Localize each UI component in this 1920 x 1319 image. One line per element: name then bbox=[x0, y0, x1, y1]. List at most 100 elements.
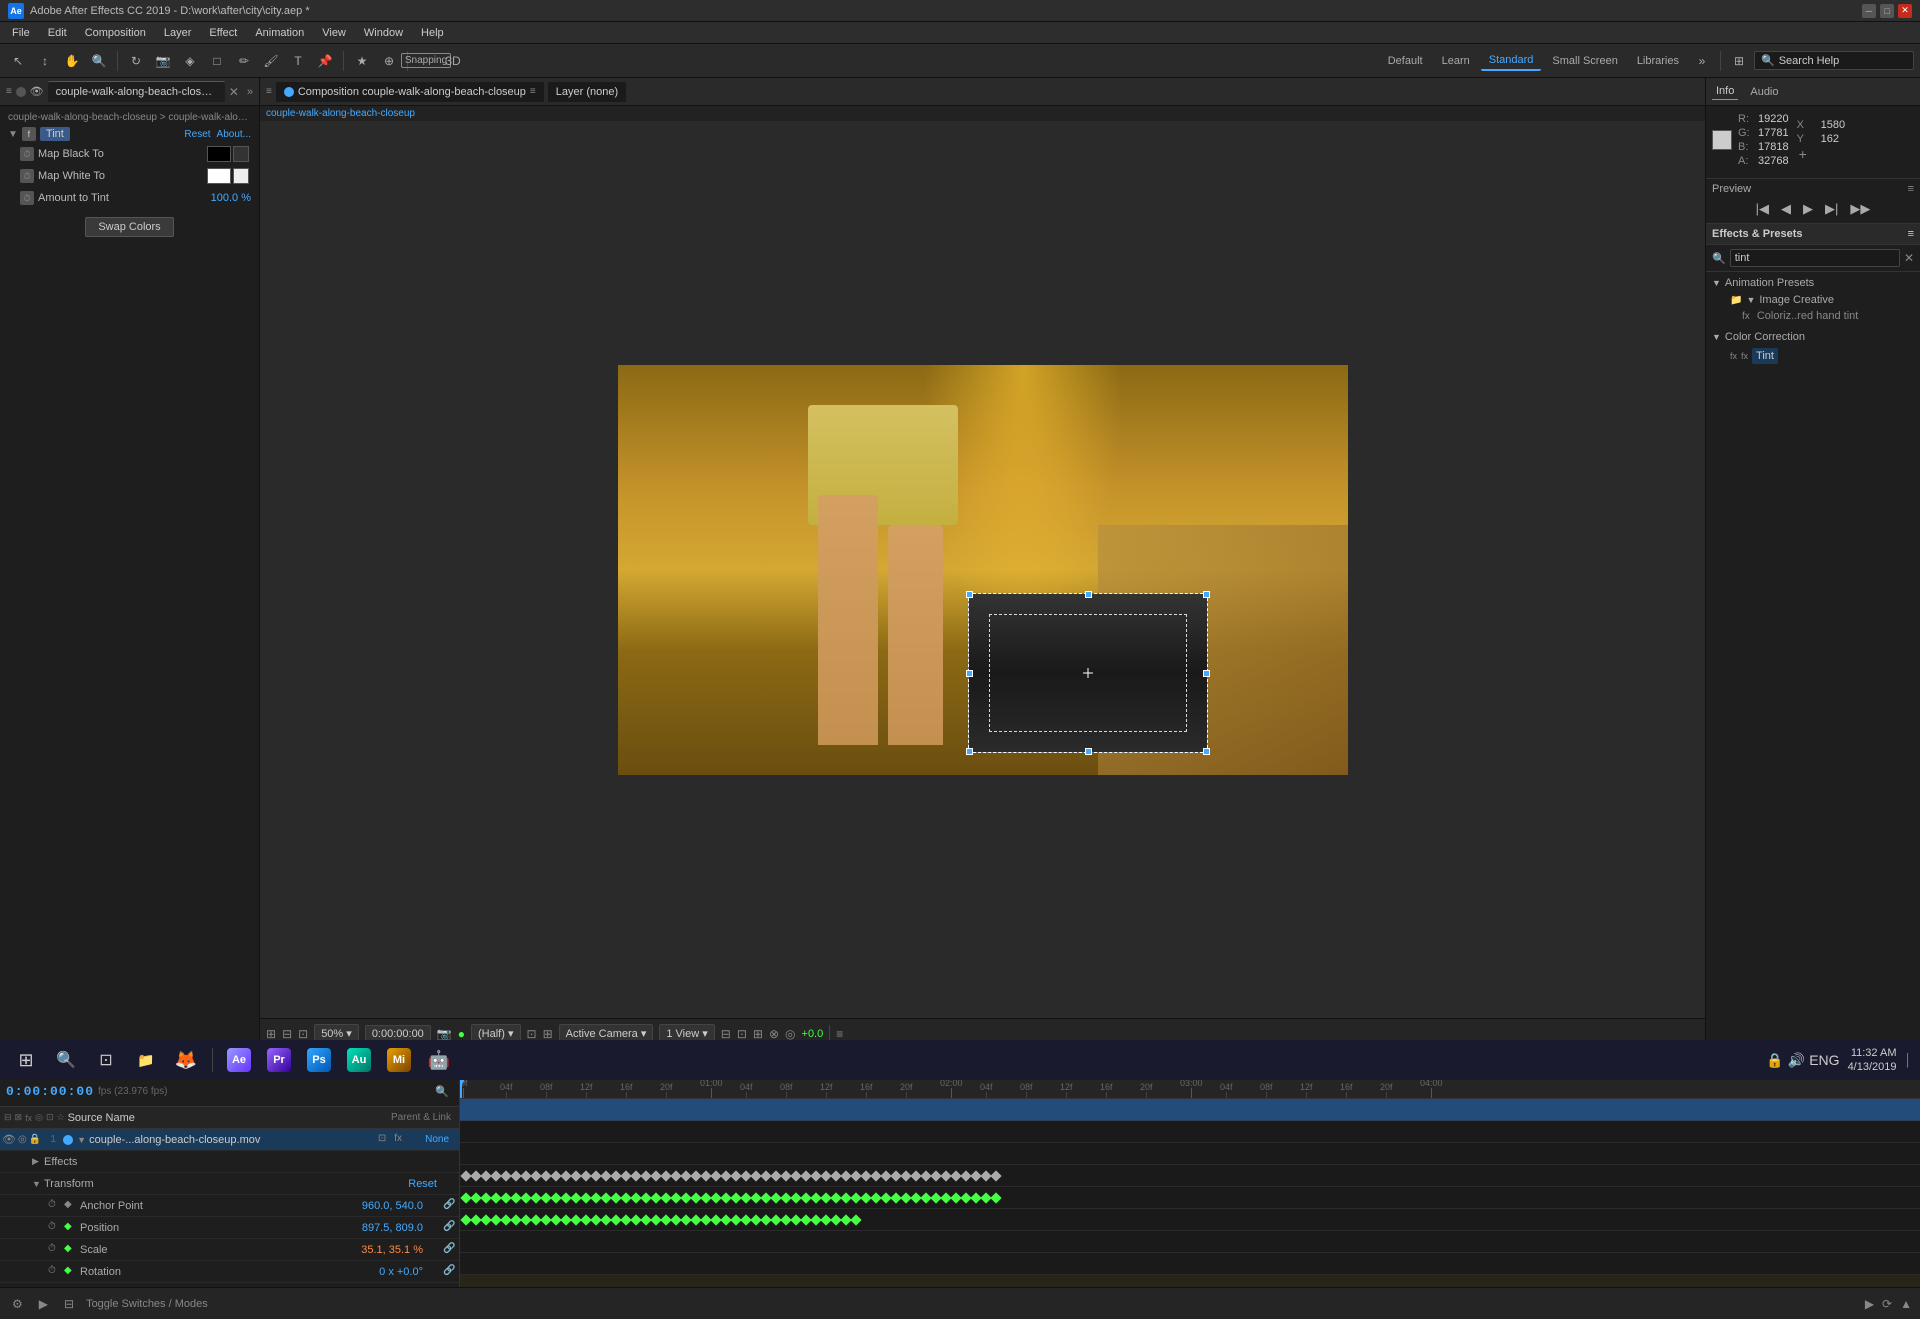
vc-icon9[interactable]: ≡ bbox=[836, 1027, 843, 1041]
amount-value[interactable]: 100.0 % bbox=[211, 192, 251, 204]
comp-panel-tab[interactable]: Composition couple-walk-along-beach-clos… bbox=[276, 82, 544, 102]
layer-1-vis-eye[interactable]: 👁 bbox=[2, 1133, 16, 1146]
taskbar-ps[interactable]: Ps bbox=[301, 1042, 337, 1078]
layer-tab[interactable]: Layer (none) bbox=[548, 82, 626, 102]
menu-view[interactable]: View bbox=[314, 25, 354, 41]
menu-edit[interactable]: Edit bbox=[40, 25, 75, 41]
colorize-red-item[interactable]: fx Coloriz..red hand tint bbox=[1706, 308, 1920, 324]
workspace-more[interactable]: » bbox=[1690, 49, 1714, 73]
tool-text[interactable]: T bbox=[286, 49, 310, 73]
color-correction-header[interactable]: ▼ Color Correction bbox=[1706, 328, 1920, 346]
amount-stopwatch[interactable]: ⏱ bbox=[20, 191, 34, 205]
transform-expand-arrow[interactable]: ▼ bbox=[32, 1179, 44, 1189]
tool-pin[interactable]: 📌 bbox=[313, 49, 337, 73]
handle-ml[interactable] bbox=[966, 670, 973, 677]
start-button[interactable]: ⊞ bbox=[8, 1042, 44, 1078]
effect-reset-button[interactable]: Reset bbox=[184, 129, 210, 140]
taskbar-pr[interactable]: Pr bbox=[261, 1042, 297, 1078]
effect-controls-tab[interactable]: couple-walk-along-beach-closeup bbox=[48, 81, 225, 102]
rotation-stopwatch[interactable]: ⏱ bbox=[48, 1265, 62, 1279]
network-icon[interactable]: 🔒 bbox=[1766, 1052, 1783, 1069]
close-button[interactable]: ✕ bbox=[1898, 4, 1912, 18]
scale-value[interactable]: 35.1, 35.1 % bbox=[361, 1244, 423, 1256]
vc-icon8[interactable]: ◎ bbox=[785, 1027, 795, 1041]
tint-effect-item[interactable]: Tint bbox=[1752, 348, 1778, 364]
tint-effect-row[interactable]: ▼ f Tint Reset About... bbox=[4, 125, 255, 143]
mode-icon-3[interactable]: fx bbox=[25, 1113, 32, 1123]
workspace-learn[interactable]: Learn bbox=[1434, 52, 1478, 70]
panel-close-button[interactable]: ✕ bbox=[229, 85, 239, 99]
tool-camera[interactable]: 📷 bbox=[151, 49, 175, 73]
preview-next-button[interactable]: ▶| bbox=[1821, 199, 1842, 219]
menu-animation[interactable]: Animation bbox=[247, 25, 312, 41]
tool-3d[interactable]: 3D bbox=[441, 49, 465, 73]
tool-rotate[interactable]: ↻ bbox=[124, 49, 148, 73]
bt-preview-anim[interactable]: ▶ bbox=[35, 1295, 52, 1313]
taskbar-ch[interactable]: Mi bbox=[381, 1042, 417, 1078]
tint-item-row[interactable]: fx fx Tint bbox=[1706, 346, 1920, 366]
mode-icon-6[interactable]: ☆ bbox=[57, 1112, 65, 1123]
rotation-value[interactable]: 0 x +0.0° bbox=[379, 1266, 423, 1278]
tool-zoom[interactable]: 🔍 bbox=[87, 49, 111, 73]
effect-vis-icon[interactable]: f bbox=[22, 127, 36, 141]
taskbar-robot[interactable]: 🤖 bbox=[421, 1042, 457, 1078]
transform-reset-btn[interactable]: Reset bbox=[408, 1178, 437, 1190]
anchor-stopwatch[interactable]: ⏱ bbox=[48, 1199, 62, 1213]
bt-loop-icon[interactable]: ⟳ bbox=[1882, 1297, 1892, 1311]
workspace-libraries[interactable]: Libraries bbox=[1629, 52, 1687, 70]
vc-icon5[interactable]: ⊡ bbox=[737, 1027, 747, 1041]
tool-select2[interactable]: ↕ bbox=[33, 49, 57, 73]
position-stopwatch[interactable]: ⏱ bbox=[48, 1221, 62, 1235]
tool-select[interactable]: ↖ bbox=[6, 49, 30, 73]
opacity-stopwatch[interactable]: ⏱ bbox=[48, 1287, 62, 1288]
position-value[interactable]: 897.5, 809.0 bbox=[362, 1222, 423, 1234]
menu-composition[interactable]: Composition bbox=[77, 25, 154, 41]
taskbar-datetime[interactable]: 11:32 AM 4/13/2019 bbox=[1848, 1046, 1897, 1075]
vc-icon3[interactable]: ⊞ bbox=[543, 1027, 553, 1041]
handle-bl[interactable] bbox=[966, 748, 973, 755]
search-input[interactable] bbox=[1779, 55, 1907, 67]
layer-row-1[interactable]: 👁 ◎ 🔒 1 ▼ couple-...along-beach-closeup.… bbox=[0, 1129, 459, 1151]
image-creative-item[interactable]: 📁 ▼ Image Creative bbox=[1706, 292, 1920, 308]
mode-icon-2[interactable]: ⊠ bbox=[15, 1112, 23, 1123]
comp-tab-close[interactable]: ≡ bbox=[530, 86, 536, 97]
handle-tl[interactable] bbox=[966, 591, 973, 598]
tool-snap[interactable]: Snapping bbox=[414, 49, 438, 73]
tab-audio[interactable]: Audio bbox=[1746, 84, 1782, 100]
taskbar-ae[interactable]: Ae bbox=[221, 1042, 257, 1078]
show-desktop-button[interactable]: │ bbox=[1905, 1053, 1913, 1067]
vc-icon2[interactable]: ⊡ bbox=[527, 1027, 537, 1041]
panel-expand[interactable]: » bbox=[247, 86, 253, 98]
bt-end-icon[interactable]: ▲ bbox=[1900, 1297, 1912, 1311]
tc-search-icon[interactable]: 🔍 bbox=[431, 1084, 453, 1099]
tab-info[interactable]: Info bbox=[1712, 83, 1738, 100]
workspace-standard[interactable]: Standard bbox=[1481, 51, 1542, 71]
layer-1-lock[interactable]: 🔒 bbox=[29, 1134, 41, 1145]
timeline-keyframes[interactable]: 0f 04f 08f 12f 16f 20f 01:00 bbox=[460, 1077, 1920, 1287]
vc-icon6[interactable]: ⊞ bbox=[753, 1027, 763, 1041]
comp-panel-hamburger[interactable]: ≡ bbox=[266, 86, 272, 97]
animation-presets-header[interactable]: ▼ Animation Presets bbox=[1706, 274, 1920, 292]
mode-icon-1[interactable]: ⊟ bbox=[4, 1112, 12, 1123]
tool-star[interactable]: ★ bbox=[350, 49, 374, 73]
vc-icon-grid[interactable]: ⊟ bbox=[282, 1027, 292, 1041]
minimize-button[interactable]: ─ bbox=[1862, 4, 1876, 18]
menu-help[interactable]: Help bbox=[413, 25, 452, 41]
map-black-stopwatch[interactable]: ⏱ bbox=[20, 147, 34, 161]
map-black-swatch2[interactable] bbox=[233, 146, 249, 162]
tool-null[interactable]: ◈ bbox=[178, 49, 202, 73]
preview-first-button[interactable]: |◀ bbox=[1752, 199, 1773, 219]
workspace-smallscreen[interactable]: Small Screen bbox=[1544, 52, 1625, 70]
tool-hand[interactable]: ✋ bbox=[60, 49, 84, 73]
toolbar-grid[interactable]: ⊞ bbox=[1727, 49, 1751, 73]
taskbar-au[interactable]: Au bbox=[341, 1042, 377, 1078]
layer-1-solo[interactable]: ◎ bbox=[18, 1134, 27, 1145]
taskbar-taskview[interactable]: ⊡ bbox=[88, 1042, 124, 1078]
vc-icon4[interactable]: ⊟ bbox=[721, 1027, 731, 1041]
panel-hamburger[interactable]: ≡ bbox=[6, 86, 12, 97]
menu-layer[interactable]: Layer bbox=[156, 25, 200, 41]
preview-settings-icon[interactable]: ≡ bbox=[1908, 183, 1914, 195]
layer-1-effects-row[interactable]: ▶ Effects bbox=[0, 1151, 459, 1173]
taskbar-search[interactable]: 🔍 bbox=[48, 1042, 84, 1078]
vc-green-dot[interactable]: ● bbox=[458, 1027, 465, 1041]
